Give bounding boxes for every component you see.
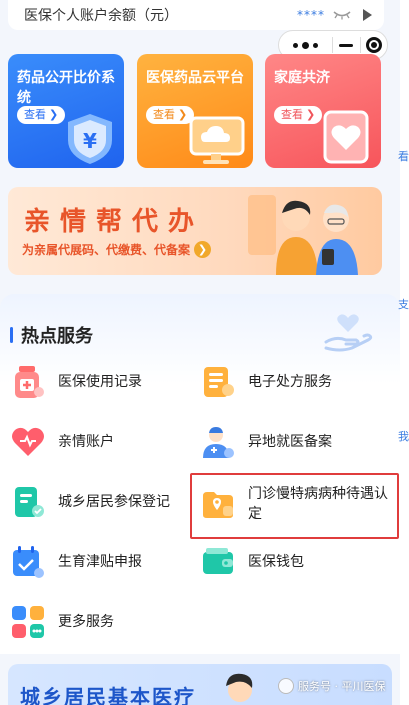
medicine-bottle-icon	[15, 366, 44, 398]
hand-heart-icon	[324, 314, 373, 352]
card-drug-price-compare[interactable]: 药品公开比价系统 查看 ❯ ¥	[8, 54, 124, 168]
service-label: 城乡居民参保登记	[58, 494, 170, 510]
card-title: 医保药品云平台	[146, 70, 244, 86]
service-label: 生育津贴申报	[58, 554, 142, 570]
service-label: 异地就医备案	[248, 434, 332, 450]
balance-label: 医保个人账户余额（元）	[24, 8, 178, 24]
service-more[interactable]: 更多服务	[10, 604, 114, 640]
heart-icon	[12, 427, 44, 456]
edge-glyph: 支	[398, 298, 409, 311]
service-label: 亲情账户	[58, 434, 114, 450]
service-remote-medical-filing[interactable]: 异地就医备案	[200, 424, 332, 460]
banner-subtitle: 为亲属代展码、代缴费、代备案 ❯	[22, 241, 212, 258]
cloud-screen-icon	[189, 116, 245, 164]
card-drug-cloud[interactable]: 医保药品云平台 查看 ❯	[137, 54, 253, 168]
service-medical-wallet[interactable]: 医保钱包	[200, 544, 304, 580]
banner-title: 亲情帮代办	[24, 207, 205, 237]
heart-card-icon	[323, 110, 369, 164]
more-dots-icon[interactable]	[279, 41, 332, 49]
family-agent-banner[interactable]: 亲情帮代办 为亲属代展码、代缴费、代备案 ❯	[8, 187, 382, 275]
section-title: 热点服务	[10, 322, 93, 348]
play-arrow-icon[interactable]	[363, 9, 372, 21]
eye-closed-icon[interactable]	[333, 10, 351, 20]
close-target-icon[interactable]	[361, 37, 388, 53]
document-icon	[15, 487, 44, 517]
service-medical-records[interactable]: 医保使用记录	[10, 364, 142, 400]
adjacent-page-edge: 看 支 我	[398, 0, 409, 705]
balance-bar[interactable]: 医保个人账户余额（元） ****	[8, 0, 384, 30]
card-title: 药品公开比价系统	[17, 70, 115, 106]
balance-masked-value: ****	[297, 8, 325, 22]
service-resident-insurance-registration[interactable]: 城乡居民参保登记	[10, 484, 170, 520]
service-label: 电子处方服务	[248, 374, 332, 390]
watermark: 服务号 · 平川医保	[278, 678, 386, 694]
grid-more-icon	[12, 606, 44, 638]
wallet-icon	[203, 548, 233, 574]
family-illustration	[248, 195, 358, 275]
service-label: 更多服务	[58, 614, 114, 630]
minimize-icon[interactable]	[333, 43, 360, 47]
edge-glyph: 我	[398, 430, 409, 443]
service-family-account[interactable]: 亲情账户	[10, 424, 114, 460]
svg-text:¥: ¥	[83, 129, 97, 153]
edge-glyph: 看	[398, 150, 409, 163]
highlight-box	[190, 473, 399, 539]
page: 医保个人账户余额（元） **** 药品公开比价系统 查看 ❯ ¥ 医保药品云平台 …	[0, 0, 400, 705]
card-title: 家庭共济	[274, 70, 330, 86]
card-view-button[interactable]: 查看 ❯	[17, 106, 66, 124]
card-family-mutual-aid[interactable]: 家庭共济 查看 ❯	[265, 54, 381, 168]
service-label: 医保钱包	[248, 554, 304, 570]
arrow-right-icon: ❯	[194, 241, 212, 258]
service-e-prescription[interactable]: 电子处方服务	[200, 364, 332, 400]
service-label: 医保使用记录	[58, 374, 142, 390]
prescription-icon	[204, 367, 234, 397]
bottom-banner-title: 城乡居民基本医疗	[20, 685, 196, 705]
yuan-shield-icon: ¥	[68, 114, 112, 164]
service-maternity-allowance[interactable]: 生育津贴申报	[10, 544, 142, 580]
wechat-account-icon	[278, 678, 294, 694]
calendar-check-icon	[13, 546, 44, 578]
doctor-icon	[203, 427, 234, 458]
